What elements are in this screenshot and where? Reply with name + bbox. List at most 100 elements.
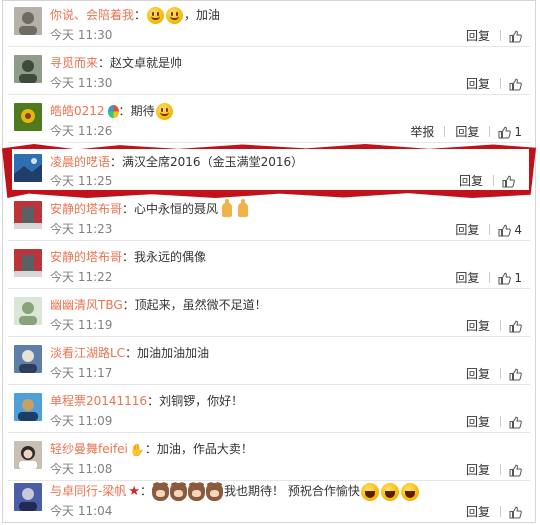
bear-emoji-icon bbox=[206, 481, 224, 501]
wave-emoji-icon: ✋ bbox=[129, 442, 145, 457]
comment-item: 你说、会陪着我： ，加油 今天 11:30 回复 bbox=[8, 0, 530, 47]
reply-button[interactable]: 回复 bbox=[455, 270, 479, 286]
like-count: 1 bbox=[514, 270, 522, 285]
comment-time: 今天 11:23 bbox=[50, 222, 113, 236]
like-button[interactable] bbox=[498, 222, 512, 238]
reply-button[interactable]: 回复 bbox=[466, 28, 490, 44]
comment-actions: 回复 4 bbox=[445, 221, 522, 237]
reply-button[interactable]: 回复 bbox=[466, 318, 490, 334]
reply-button[interactable]: 回复 bbox=[466, 366, 490, 382]
comment-time: 今天 11:04 bbox=[50, 504, 113, 518]
thumbs-up-icon bbox=[509, 30, 522, 42]
avatar[interactable] bbox=[14, 154, 42, 182]
thumbs-up-icon bbox=[509, 416, 522, 428]
avatar[interactable] bbox=[14, 249, 42, 277]
comment-time: 今天 11:30 bbox=[50, 28, 113, 42]
divider bbox=[493, 175, 494, 186]
comment-username[interactable]: 安静的塔布哥 bbox=[50, 250, 122, 264]
divider bbox=[500, 78, 501, 89]
reply-button[interactable]: 回复 bbox=[459, 173, 483, 189]
comment-item: 安静的塔布哥：我永远的偶像 今天 11:22 回复 1 bbox=[8, 242, 530, 289]
comment-text: ，加油 bbox=[184, 8, 221, 22]
comment-item: 轻纱曼舞feifei ✋：加油，作品大卖！ 今天 11:08 回复 bbox=[8, 434, 530, 481]
avatar-icon bbox=[14, 393, 42, 421]
comment-separator: ： bbox=[110, 155, 123, 169]
comment-username[interactable]: 皓皓0212 bbox=[50, 104, 105, 118]
reply-button[interactable]: 回复 bbox=[466, 414, 490, 430]
divider bbox=[500, 416, 501, 427]
divider bbox=[500, 464, 501, 475]
avatar[interactable] bbox=[14, 483, 42, 511]
avatar[interactable] bbox=[14, 393, 42, 421]
like-button[interactable] bbox=[509, 504, 522, 520]
comment-username[interactable]: 寻觅而来 bbox=[50, 56, 98, 70]
balloon-icon bbox=[107, 105, 119, 118]
thumbs-up-emoji-icon bbox=[238, 198, 249, 217]
like-button[interactable] bbox=[509, 76, 522, 92]
like-button[interactable] bbox=[509, 366, 522, 382]
comment-item: 单程票20141116：刘铜锣，你好！ 今天 11:09 回复 bbox=[8, 386, 530, 433]
comment-separator: ： bbox=[140, 484, 153, 498]
comment-item: 淡看江湖路LC：加油加油加油 今天 11:17 回复 bbox=[8, 338, 530, 385]
comment-text: 刘铜锣，你好！ bbox=[159, 394, 244, 408]
thumbs-up-icon bbox=[509, 368, 522, 380]
comment-time: 今天 11:22 bbox=[50, 270, 113, 284]
comment-username[interactable]: 凌晨的呓语 bbox=[50, 155, 110, 169]
reply-button[interactable]: 回复 bbox=[466, 76, 490, 92]
comment-actions: 回复 bbox=[456, 365, 522, 381]
comment-text: 赵文卓就是帅 bbox=[110, 56, 183, 70]
comment-username[interactable]: 淡看江湖路LC bbox=[50, 346, 125, 360]
divider bbox=[500, 30, 501, 41]
comment-item: 与卓同行-梁帆 ★： 我也期待！ 预祝合作愉快 今天 11:04 回复 bbox=[8, 476, 530, 523]
comment-username[interactable]: 轻纱曼舞feifei bbox=[50, 442, 128, 456]
avatar[interactable] bbox=[14, 55, 42, 83]
avatar-icon bbox=[14, 55, 42, 83]
report-button[interactable]: 举报 bbox=[410, 124, 434, 140]
reply-button[interactable]: 回复 bbox=[455, 222, 479, 238]
avatar-icon bbox=[14, 201, 42, 229]
comment-actions: 回复 bbox=[456, 75, 522, 91]
avatar[interactable] bbox=[14, 7, 42, 35]
avatar-icon bbox=[14, 441, 42, 469]
like-button[interactable] bbox=[509, 414, 522, 430]
comment-time: 今天 11:08 bbox=[50, 462, 113, 476]
avatar[interactable] bbox=[14, 441, 42, 469]
avatar[interactable] bbox=[14, 103, 42, 131]
comment-actions: 回复 bbox=[456, 413, 522, 429]
avatar-icon bbox=[14, 345, 42, 373]
thumbs-up-icon bbox=[502, 175, 515, 187]
comment-username[interactable]: 你说、会陪着我 bbox=[50, 8, 134, 22]
like-button[interactable] bbox=[498, 124, 512, 140]
comment-username[interactable]: 与卓同行-梁帆 bbox=[50, 484, 126, 498]
reply-button[interactable]: 回复 bbox=[455, 124, 479, 140]
laugh-emoji-icon bbox=[380, 482, 399, 501]
thumbs-up-icon bbox=[498, 224, 512, 236]
thumbs-up-icon bbox=[498, 126, 512, 138]
bear-emoji-icon bbox=[188, 481, 206, 501]
like-button[interactable] bbox=[502, 173, 515, 189]
comment-separator: ： bbox=[118, 104, 131, 118]
comment-username[interactable]: 安静的塔布哥 bbox=[50, 202, 122, 216]
comment-time: 今天 11:19 bbox=[50, 318, 113, 332]
comment-separator: ： bbox=[134, 8, 147, 22]
comment-actions: 举报 回复 1 bbox=[400, 123, 522, 139]
avatar[interactable] bbox=[14, 345, 42, 373]
divider bbox=[500, 506, 501, 517]
comment-time: 今天 11:30 bbox=[50, 76, 113, 90]
comment-time: 今天 11:26 bbox=[50, 124, 113, 138]
comment-text: 我永远的偶像 bbox=[134, 250, 207, 264]
thumbs-up-icon bbox=[509, 320, 522, 332]
reply-button[interactable]: 回复 bbox=[466, 504, 490, 520]
like-button[interactable] bbox=[498, 270, 512, 286]
like-count: 1 bbox=[514, 124, 522, 139]
comment-separator: ： bbox=[144, 442, 157, 456]
like-button[interactable] bbox=[509, 28, 522, 44]
comment-item: 皓皓0212 ：期待 今天 11:26 举报 回复 1 bbox=[8, 96, 530, 143]
avatar[interactable] bbox=[14, 297, 42, 325]
avatar[interactable] bbox=[14, 201, 42, 229]
like-button[interactable] bbox=[509, 318, 522, 334]
comment-separator: ： bbox=[125, 346, 138, 360]
comment-username[interactable]: 单程票20141116 bbox=[50, 394, 147, 408]
comment-username[interactable]: 幽幽清风TBG bbox=[50, 298, 123, 312]
smile-emoji-icon bbox=[155, 103, 173, 120]
